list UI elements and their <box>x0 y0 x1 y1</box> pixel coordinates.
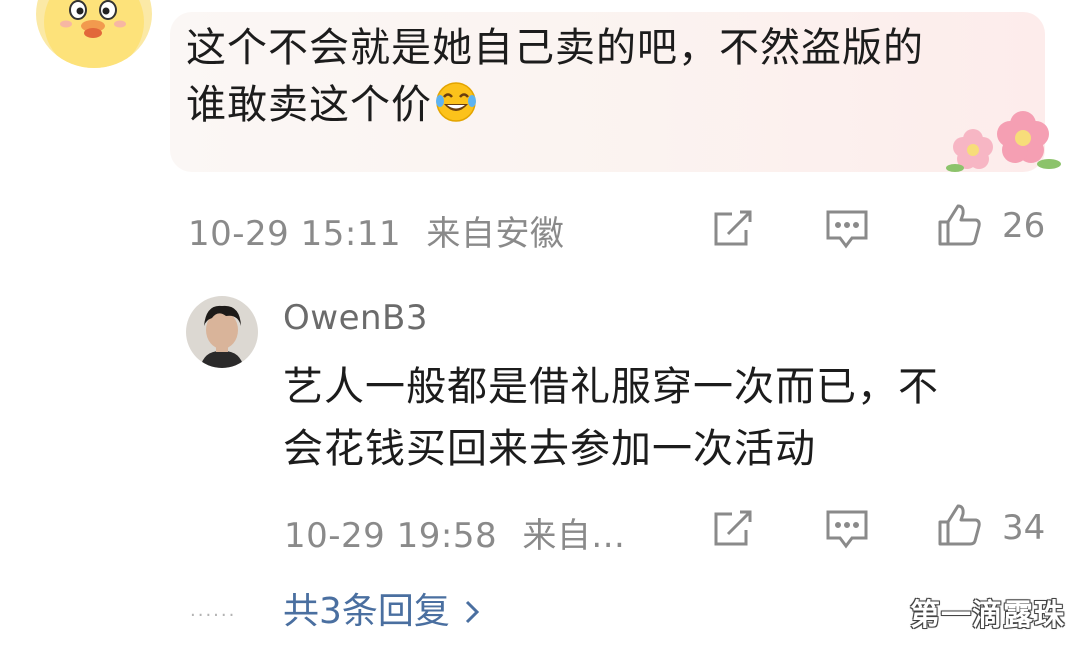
commenter-avatar[interactable] <box>36 0 152 68</box>
reply-comment-icon[interactable] <box>824 506 870 552</box>
comment-text-line-2: 谁敢卖这个价 <box>186 77 1016 134</box>
comment-location: 来自安徽 <box>426 214 565 254</box>
like-icon[interactable] <box>936 202 982 248</box>
comment-timestamp: 10-29 15:11 <box>188 214 402 254</box>
reply-timestamp: 10-29 19:58 <box>284 516 498 556</box>
comment-text-line-1: 这个不会就是她自己卖的吧，不然盗版的 <box>186 25 924 71</box>
share-icon[interactable] <box>710 206 756 252</box>
reply-like-count: 34 <box>1002 508 1046 548</box>
comment-meta: 10-29 15:11 来自安徽 <box>188 206 564 255</box>
reply-username[interactable]: OwenB3 <box>283 298 428 338</box>
reply-share-icon[interactable] <box>710 506 756 552</box>
reply-text: 艺人一般都是借礼服穿一次而已，不 会花钱买回来去参加一次活动 <box>283 356 1023 480</box>
comment-icon[interactable] <box>824 206 870 252</box>
chevron-right-icon <box>464 593 480 634</box>
reply-text-line-1: 艺人一般都是借礼服穿一次而已，不 <box>283 364 939 410</box>
reply-like-icon[interactable] <box>936 502 982 548</box>
reply-text-line-2: 会花钱买回来去参加一次活动 <box>283 426 816 472</box>
reply-avatar[interactable] <box>186 296 258 368</box>
reply-location: 来自... <box>522 516 626 556</box>
comment-text: 这个不会就是她自己卖的吧，不然盗版的 谁敢卖这个价 <box>186 20 1016 134</box>
comment-like-count: 26 <box>1002 206 1046 246</box>
comment-text-line-2-text: 谁敢卖这个价 <box>186 82 432 128</box>
laughing-tears-emoji-icon <box>434 80 478 124</box>
thread-dots: ...... <box>190 600 237 621</box>
more-replies-link[interactable]: 共3条回复 <box>283 582 480 634</box>
reply-meta: 10-29 19:58 来自... <box>284 508 625 557</box>
more-replies-label: 共3条回复 <box>283 591 450 632</box>
watermark: 第一滴露珠 <box>910 598 1065 633</box>
flower-decoration <box>945 104 1065 176</box>
